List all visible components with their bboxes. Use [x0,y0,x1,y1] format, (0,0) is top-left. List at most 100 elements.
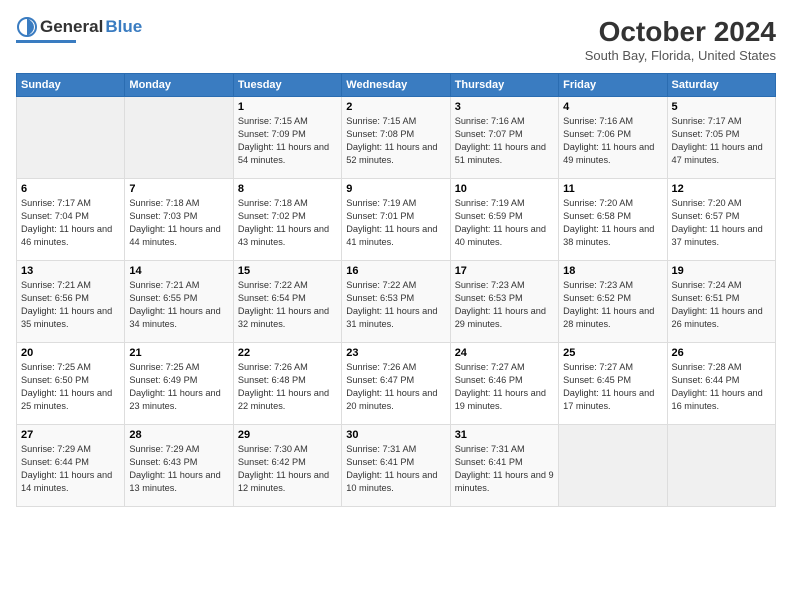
day-number: 23 [346,347,445,359]
day-info: Sunrise: 7:28 AM Sunset: 6:44 PM Dayligh… [672,361,771,413]
day-number: 19 [672,265,771,277]
day-info: Sunrise: 7:21 AM Sunset: 6:55 PM Dayligh… [129,279,228,331]
day-number: 31 [455,429,554,441]
day-info: Sunrise: 7:15 AM Sunset: 7:08 PM Dayligh… [346,115,445,167]
day-number: 7 [129,183,228,195]
day-cell: 2Sunrise: 7:15 AM Sunset: 7:08 PM Daylig… [342,97,450,179]
week-row: 27 Sunrise: 7:29 AM Sunset: 6:44 PM Dayli… [17,425,776,507]
day-cell: 26 Sunrise: 7:28 AM Sunset: 6:44 PM Dayli… [667,343,775,425]
day-number: 30 [346,429,445,441]
day-cell [559,425,667,507]
day-info: Sunrise: 7:29 AM Sunset: 6:44 PM Dayligh… [21,443,120,495]
day-cell: 27 Sunrise: 7:29 AM Sunset: 6:44 PM Dayli… [17,425,125,507]
title-area: October 2024 South Bay, Florida, United … [585,16,776,63]
day-cell: 25 Sunrise: 7:27 AM Sunset: 6:45 PM Dayli… [559,343,667,425]
day-info: Sunrise: 7:31 AM Sunset: 6:41 PM Dayligh… [455,443,554,495]
day-info: Sunrise: 7:31 AM Sunset: 6:41 PM Dayligh… [346,443,445,495]
day-info: Sunrise: 7:23 AM Sunset: 6:53 PM Dayligh… [455,279,554,331]
day-number: 25 [563,347,662,359]
week-row: 6Sunrise: 7:17 AM Sunset: 7:04 PM Daylig… [17,179,776,261]
day-number: 10 [455,183,554,195]
logo: General Blue [16,16,142,43]
day-cell: 18 Sunrise: 7:23 AM Sunset: 6:52 PM Dayli… [559,261,667,343]
day-info: Sunrise: 7:23 AM Sunset: 6:52 PM Dayligh… [563,279,662,331]
logo-general: General [40,17,103,37]
day-number: 8 [238,183,337,195]
day-number: 28 [129,429,228,441]
day-cell: 15Sunrise: 7:22 AM Sunset: 6:54 PM Dayli… [233,261,341,343]
logo-icon [16,16,38,38]
day-info: Sunrise: 7:19 AM Sunset: 6:59 PM Dayligh… [455,197,554,249]
header-day: Sunday [17,74,125,97]
day-number: 11 [563,183,662,195]
day-cell: 5 Sunrise: 7:17 AM Sunset: 7:05 PM Daylig… [667,97,775,179]
header-day: Friday [559,74,667,97]
day-cell: 13Sunrise: 7:21 AM Sunset: 6:56 PM Dayli… [17,261,125,343]
day-number: 9 [346,183,445,195]
day-info: Sunrise: 7:17 AM Sunset: 7:05 PM Dayligh… [672,115,771,167]
header-row: SundayMondayTuesdayWednesdayThursdayFrid… [17,74,776,97]
day-number: 3 [455,101,554,113]
day-cell [17,97,125,179]
header-day: Monday [125,74,233,97]
day-info: Sunrise: 7:27 AM Sunset: 6:45 PM Dayligh… [563,361,662,413]
day-info: Sunrise: 7:26 AM Sunset: 6:48 PM Dayligh… [238,361,337,413]
day-cell: 30 Sunrise: 7:31 AM Sunset: 6:41 PM Dayli… [342,425,450,507]
location: South Bay, Florida, United States [585,48,776,63]
day-number: 18 [563,265,662,277]
day-info: Sunrise: 7:16 AM Sunset: 7:07 PM Dayligh… [455,115,554,167]
day-info: Sunrise: 7:27 AM Sunset: 6:46 PM Dayligh… [455,361,554,413]
day-info: Sunrise: 7:29 AM Sunset: 6:43 PM Dayligh… [129,443,228,495]
day-cell: 16 Sunrise: 7:22 AM Sunset: 6:53 PM Dayli… [342,261,450,343]
day-cell: 4 Sunrise: 7:16 AM Sunset: 7:06 PM Daylig… [559,97,667,179]
day-info: Sunrise: 7:18 AM Sunset: 7:02 PM Dayligh… [238,197,337,249]
day-number: 17 [455,265,554,277]
day-cell: 20Sunrise: 7:25 AM Sunset: 6:50 PM Dayli… [17,343,125,425]
day-number: 29 [238,429,337,441]
month-title: October 2024 [585,16,776,48]
day-cell: 31 Sunrise: 7:31 AM Sunset: 6:41 PM Dayli… [450,425,558,507]
logo-underline [16,40,76,43]
week-row: 13Sunrise: 7:21 AM Sunset: 6:56 PM Dayli… [17,261,776,343]
day-number: 22 [238,347,337,359]
day-cell: 24 Sunrise: 7:27 AM Sunset: 6:46 PM Dayli… [450,343,558,425]
day-number: 24 [455,347,554,359]
day-number: 27 [21,429,120,441]
day-info: Sunrise: 7:22 AM Sunset: 6:54 PM Dayligh… [238,279,337,331]
day-number: 5 [672,101,771,113]
day-info: Sunrise: 7:24 AM Sunset: 6:51 PM Dayligh… [672,279,771,331]
day-info: Sunrise: 7:15 AM Sunset: 7:09 PM Dayligh… [238,115,337,167]
day-number: 4 [563,101,662,113]
day-cell: 3 Sunrise: 7:16 AM Sunset: 7:07 PM Daylig… [450,97,558,179]
day-cell [125,97,233,179]
day-info: Sunrise: 7:16 AM Sunset: 7:06 PM Dayligh… [563,115,662,167]
header: General Blue October 2024 South Bay, Flo… [16,16,776,63]
logo-blue: Blue [105,17,142,37]
day-info: Sunrise: 7:18 AM Sunset: 7:03 PM Dayligh… [129,197,228,249]
day-number: 13 [21,265,120,277]
day-cell: 28 Sunrise: 7:29 AM Sunset: 6:43 PM Dayli… [125,425,233,507]
day-number: 16 [346,265,445,277]
day-info: Sunrise: 7:20 AM Sunset: 6:57 PM Dayligh… [672,197,771,249]
day-cell: 9Sunrise: 7:19 AM Sunset: 7:01 PM Daylig… [342,179,450,261]
day-number: 14 [129,265,228,277]
day-cell: 8 Sunrise: 7:18 AM Sunset: 7:02 PM Daylig… [233,179,341,261]
day-number: 21 [129,347,228,359]
day-info: Sunrise: 7:20 AM Sunset: 6:58 PM Dayligh… [563,197,662,249]
header-day: Tuesday [233,74,341,97]
header-day: Thursday [450,74,558,97]
day-number: 6 [21,183,120,195]
day-cell: 29 Sunrise: 7:30 AM Sunset: 6:42 PM Dayli… [233,425,341,507]
day-cell: 7 Sunrise: 7:18 AM Sunset: 7:03 PM Daylig… [125,179,233,261]
day-cell: 6Sunrise: 7:17 AM Sunset: 7:04 PM Daylig… [17,179,125,261]
day-cell: 12Sunrise: 7:20 AM Sunset: 6:57 PM Dayli… [667,179,775,261]
day-info: Sunrise: 7:26 AM Sunset: 6:47 PM Dayligh… [346,361,445,413]
day-cell: 21Sunrise: 7:25 AM Sunset: 6:49 PM Dayli… [125,343,233,425]
day-info: Sunrise: 7:30 AM Sunset: 6:42 PM Dayligh… [238,443,337,495]
day-info: Sunrise: 7:22 AM Sunset: 6:53 PM Dayligh… [346,279,445,331]
day-cell: 19 Sunrise: 7:24 AM Sunset: 6:51 PM Dayli… [667,261,775,343]
day-cell: 17 Sunrise: 7:23 AM Sunset: 6:53 PM Dayli… [450,261,558,343]
week-row: 20Sunrise: 7:25 AM Sunset: 6:50 PM Dayli… [17,343,776,425]
day-cell: 23 Sunrise: 7:26 AM Sunset: 6:47 PM Dayli… [342,343,450,425]
day-number: 26 [672,347,771,359]
